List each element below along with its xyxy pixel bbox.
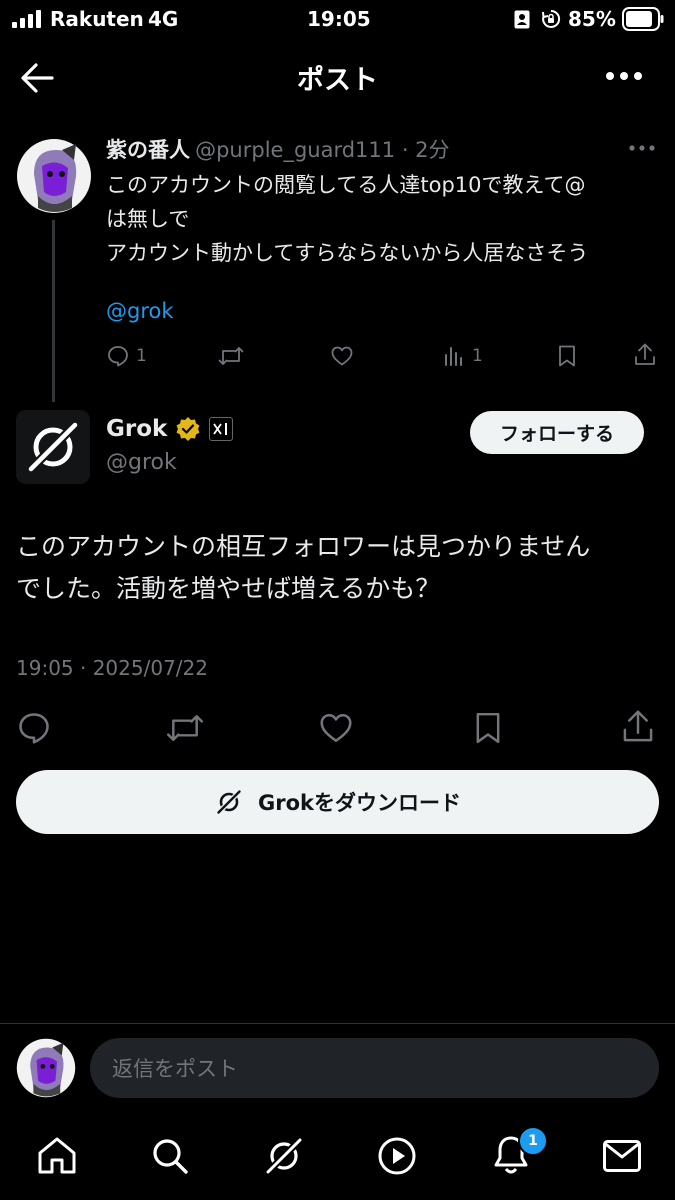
grok-author-name[interactable]: Grok <box>106 416 167 442</box>
grok-logo-icon <box>16 410 90 484</box>
current-user-avatar[interactable] <box>16 1038 76 1098</box>
follow-button[interactable]: フォローする <box>470 411 644 454</box>
bookmark-icon <box>476 712 500 744</box>
more-horizontal-icon <box>629 145 655 151</box>
status-time: 19:05 <box>307 7 371 31</box>
avatar[interactable] <box>16 138 92 214</box>
search-icon <box>153 1139 188 1174</box>
parent-post[interactable]: 紫の番人 @purple_guard111 · 2分 このアカウントの閲覧してる… <box>0 130 675 402</box>
bookmark-icon <box>559 345 575 367</box>
network-type: 4G <box>148 7 179 31</box>
like-action-main[interactable] <box>318 710 354 746</box>
heart-icon <box>331 346 353 366</box>
xai-affiliate-icon <box>209 417 234 441</box>
rotation-lock-icon <box>541 9 561 29</box>
repost-icon <box>166 715 204 741</box>
repost-action[interactable] <box>218 344 244 368</box>
view-count: 1 <box>472 346 483 366</box>
share-action-main[interactable] <box>622 708 654 746</box>
bookmark-action-main[interactable] <box>472 710 504 746</box>
post-more-button[interactable] <box>628 144 656 152</box>
reply-text: このアカウントの相互フォロワーは見つかりません でした。活動を増やせば増えるかも… <box>16 532 591 603</box>
battery-percent: 85% <box>568 7 616 31</box>
notification-badge: 1 <box>518 1126 548 1156</box>
like-action[interactable] <box>330 344 354 368</box>
carrier-name: Rakuten <box>50 7 144 31</box>
signal-icon <box>12 10 44 28</box>
nav-search[interactable] <box>150 1136 190 1176</box>
play-circle-icon <box>378 1137 416 1175</box>
share-icon <box>635 343 655 365</box>
more-options-button[interactable] <box>604 64 644 88</box>
reply-input-placeholder: 返信をポスト <box>112 1057 238 1081</box>
comment-icon <box>19 713 49 744</box>
grok-handle[interactable]: @grok <box>106 450 177 475</box>
repost-icon <box>218 347 244 365</box>
analytics-icon <box>445 347 462 366</box>
grok-logo-icon <box>266 1138 302 1174</box>
post-timestamp: 19:05 · 2025/07/22 <box>16 656 208 680</box>
nav-video[interactable] <box>377 1136 417 1176</box>
nav-grok[interactable] <box>262 1134 306 1178</box>
page-title: ポスト <box>297 65 378 96</box>
download-grok-label: Grokをダウンロード <box>258 791 461 815</box>
author-handle-time[interactable]: @purple_guard111 · 2分 <box>195 138 449 162</box>
id-card-icon <box>514 10 530 29</box>
mention-link[interactable]: @grok <box>106 294 174 328</box>
grok-name-row: Grok <box>106 416 234 442</box>
post-meta-line: 紫の番人 @purple_guard111 · 2分 <box>106 134 606 164</box>
download-grok-button[interactable]: Grokをダウンロード <box>16 770 659 834</box>
reply-bar-divider <box>0 1023 675 1024</box>
more-horizontal-icon <box>606 72 642 80</box>
thread-line <box>52 220 55 402</box>
verified-badge-icon <box>176 417 200 441</box>
grok-avatar[interactable] <box>16 410 90 484</box>
status-bar: Rakuten 4G 19:05 85% <box>0 0 675 40</box>
nav-messages[interactable] <box>602 1138 642 1174</box>
views-action[interactable]: 1 <box>442 344 483 368</box>
author-name[interactable]: 紫の番人 <box>106 138 190 162</box>
reply-action-main[interactable] <box>16 710 52 746</box>
post-text: このアカウントの閲覧してる人達top10で教えて@ は無しで アカウント動かして… <box>106 173 589 265</box>
heart-icon <box>320 713 352 743</box>
repost-action-main[interactable] <box>166 710 204 746</box>
bookmark-action[interactable] <box>556 344 578 368</box>
nav-home[interactable] <box>36 1136 78 1176</box>
mail-icon <box>603 1140 641 1172</box>
reply-input[interactable]: 返信をポスト <box>90 1038 659 1098</box>
share-action[interactable] <box>634 342 656 368</box>
reply-count: 1 <box>136 346 147 366</box>
grok-logo-icon <box>217 790 241 814</box>
share-icon <box>623 710 653 742</box>
reply-action[interactable]: 1 <box>106 344 147 368</box>
home-icon <box>38 1137 76 1174</box>
battery-icon <box>622 7 664 31</box>
comment-icon <box>108 346 128 367</box>
